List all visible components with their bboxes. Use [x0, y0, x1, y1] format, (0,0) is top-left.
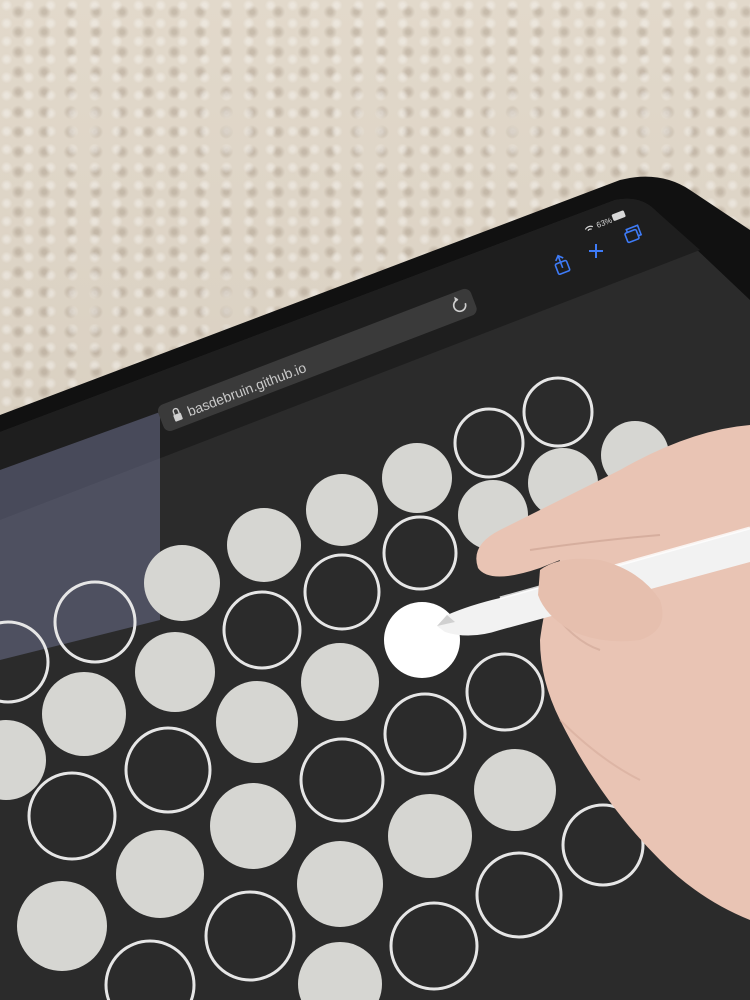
dot-active[interactable]	[384, 602, 460, 678]
dot-filled[interactable]	[216, 681, 298, 763]
ipad-scene: basdebruin.github.io 63%	[0, 176, 750, 1000]
dot-filled[interactable]	[382, 443, 452, 513]
dot-filled[interactable]	[306, 474, 378, 546]
dot-filled[interactable]	[297, 841, 383, 927]
dot-filled[interactable]	[135, 632, 215, 712]
dot-filled[interactable]	[474, 749, 556, 831]
dot-filled[interactable]	[301, 643, 379, 721]
dot-filled[interactable]	[17, 881, 107, 971]
dot-filled[interactable]	[227, 508, 301, 582]
dot-filled[interactable]	[388, 794, 472, 878]
dot-filled[interactable]	[144, 545, 220, 621]
dot-filled[interactable]	[116, 830, 204, 918]
dot-filled[interactable]	[210, 783, 296, 869]
dot-filled[interactable]	[42, 672, 126, 756]
